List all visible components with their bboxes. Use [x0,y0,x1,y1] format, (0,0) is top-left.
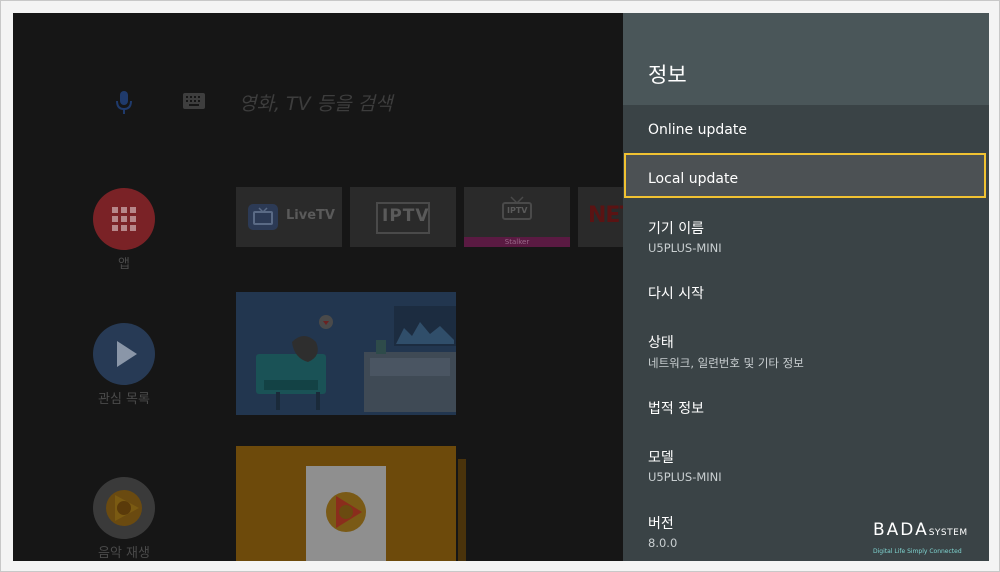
logo-system-text: SYSTEM [928,528,968,538]
settings-panel: 정보 Online update Local update 기기 이름 U5PL… [623,13,989,561]
apps-label: 앱 [118,257,130,272]
music-play-icon [326,492,366,532]
music-card-shadow [458,459,466,561]
music-label: 음악 재생 [98,546,150,561]
menu-item-value: U5PLUS-MINI [648,470,722,484]
tv-screen: 영화, TV 등을 검색 앱 관심 목록 음악 재생 LiveTV IPTV I… [13,13,989,561]
watchlist-label: 관심 목록 [98,392,150,407]
menu-item-online-update[interactable]: Online update [623,108,989,152]
logo-wordmark: BADASYSTEM [873,520,968,540]
menu-item-label: Online update [648,122,747,138]
iptv-label: IPTV [382,206,430,226]
panel-header: 정보 [623,13,989,105]
stalker-iptv-tile[interactable]: IPTV Stalker [464,187,570,247]
menu-item-label: 기기 이름 [648,221,704,237]
menu-item-value: 8.0.0 [648,536,678,550]
menu-item-device-name[interactable]: 기기 이름 U5PLUS-MINI [623,207,989,261]
screenshot-frame: 영화, TV 등을 검색 앱 관심 목록 음악 재생 LiveTV IPTV I… [0,0,1000,572]
menu-item-local-update[interactable]: Local update [623,154,989,198]
menu-item-status[interactable]: 상태 네트워크, 일련번호 및 기타 정보 [623,321,989,375]
livetv-icon [248,204,278,230]
panel-title: 정보 [648,63,687,87]
apps-button[interactable] [93,188,155,250]
apps-grid-icon [112,207,136,231]
search-placeholder[interactable]: 영화, TV 등을 검색 [239,89,393,116]
menu-item-value: U5PLUS-MINI [648,241,722,255]
microphone-icon[interactable] [113,89,135,117]
logo-main-text: BADA [873,520,929,540]
iptv-tile[interactable]: IPTV [350,187,456,247]
menu-item-label: 법적 정보 [648,401,704,417]
stalker-bar: Stalker [464,237,570,247]
menu-item-label: 상태 [648,335,674,351]
stalker-label: Stalker [504,238,530,246]
livetv-tile[interactable]: LiveTV [236,187,342,247]
music-card[interactable] [236,446,456,561]
menu-item-label: 다시 시작 [648,286,704,302]
music-button[interactable] [93,477,155,539]
livetv-label: LiveTV [286,208,335,223]
stalker-iptv-label: IPTV [507,206,528,215]
menu-item-legal-info[interactable]: 법적 정보 [623,390,989,426]
menu-item-model[interactable]: 모델 U5PLUS-MINI [623,436,989,490]
keyboard-icon[interactable] [183,93,205,109]
play-icon [117,341,137,367]
menu-item-restart[interactable]: 다시 시작 [623,275,989,311]
menu-item-label: 모델 [648,450,674,466]
menu-item-value: 네트워크, 일련번호 및 기타 정보 [648,356,804,370]
album-art [306,466,386,561]
netflix-tile[interactable]: NET [578,187,634,247]
menu-item-label: 버전 [648,516,674,532]
menu-item-label: Local update [648,171,739,187]
watchlist-card[interactable] [236,292,456,415]
google-play-music-icon [106,490,142,526]
watchlist-button[interactable] [93,323,155,385]
logo-tagline: Digital Life Simply Connected [873,548,962,555]
bada-system-logo: BADASYSTEM Digital Life Simply Connected [873,520,983,560]
living-room-illustration [236,292,456,415]
